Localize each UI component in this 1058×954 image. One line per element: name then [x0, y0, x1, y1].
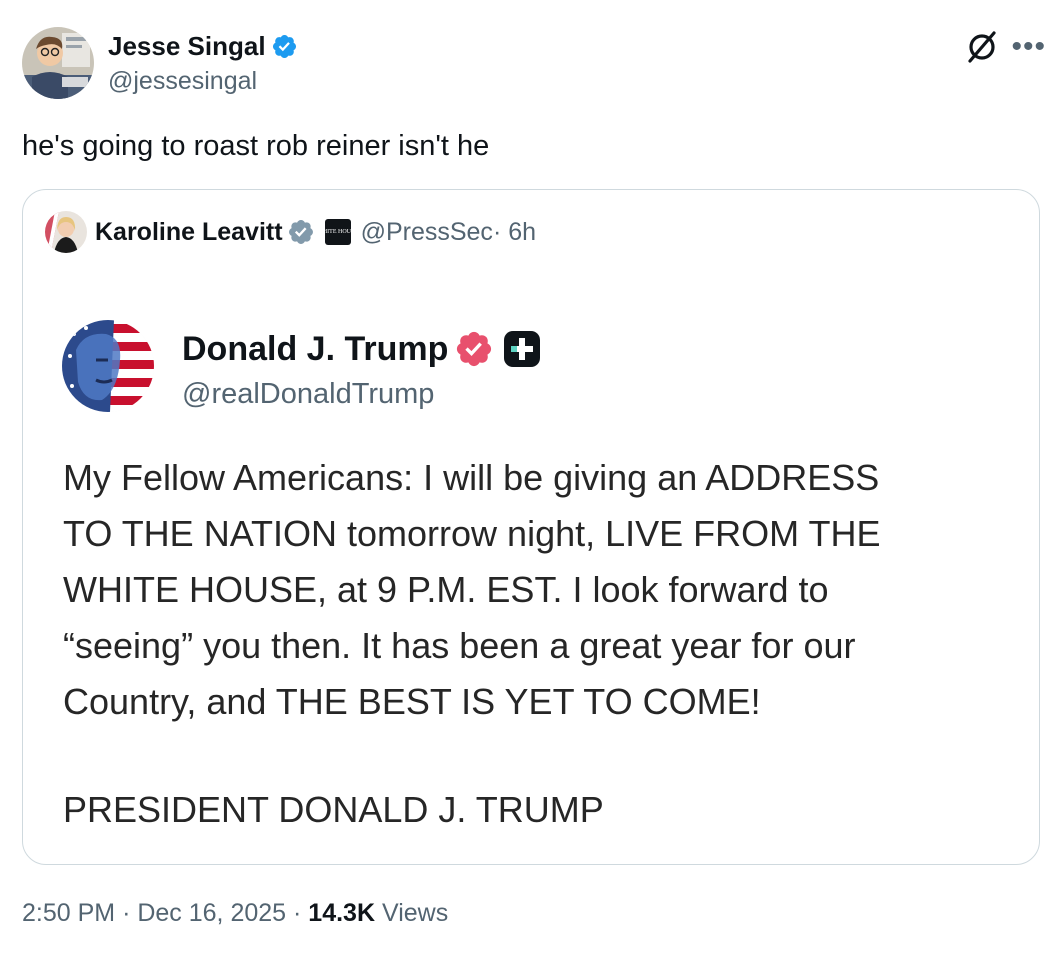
embedded-author-handle: @realDonaldTrump — [182, 378, 435, 410]
quoted-author-name[interactable]: Karoline Leavitt — [95, 218, 283, 247]
tweet-time[interactable]: 2:50 PM — [22, 899, 115, 927]
body-line: Country, and THE BEST IS YET TO COME! — [63, 681, 761, 722]
top-actions: ••• — [963, 28, 1046, 66]
meta-separator: · — [122, 899, 131, 927]
quoted-author-avatar[interactable] — [45, 211, 87, 253]
views-count: 14.3K — [308, 899, 376, 927]
verified-badge-icon — [272, 34, 296, 58]
body-line: My Fellow Americans: I will be giving an… — [63, 457, 880, 498]
author-avatar[interactable] — [22, 27, 94, 99]
author-name-row[interactable]: Jesse Singal — [108, 30, 298, 62]
views-label: Views — [381, 899, 449, 927]
body-line: WHITE HOUSE, at 9 P.M. EST. I look forwa… — [63, 569, 829, 610]
white-house-affiliate-icon[interactable]: WHITE HOUSE — [317, 219, 358, 245]
quoted-post-header: Karoline Leavitt WHITE HOUSE @PressSec ·… — [45, 211, 536, 253]
quoted-post-age[interactable]: · 6h — [493, 218, 536, 247]
government-badge-icon — [288, 220, 313, 244]
body-line: TO THE NATION tomorrow night, LIVE FROM … — [63, 513, 881, 554]
meta-separator: · — [293, 899, 302, 927]
tweet-text: he's going to roast rob reiner isn't he — [22, 130, 490, 162]
tweet-meta: 2:50 PM · Dec 16, 2025 · 14.3K Views — [22, 897, 448, 929]
truth-plus-icon — [504, 331, 541, 367]
author-handle[interactable]: @jessesingal — [108, 65, 257, 97]
embedded-post-body: My Fellow Americans: I will be giving an… — [63, 450, 1023, 730]
embedded-author-avatar — [62, 320, 154, 412]
quoted-post-card[interactable]: Karoline Leavitt WHITE HOUSE @PressSec ·… — [22, 189, 1040, 865]
grok-icon[interactable] — [963, 28, 1001, 66]
tweet-date[interactable]: Dec 16, 2025 — [137, 899, 286, 927]
embedded-post-image: Donald J. Trump @realDonaldTrump My Fell… — [24, 272, 1039, 862]
body-line: “seeing” you then. It has been a great y… — [63, 625, 856, 666]
author-name[interactable]: Jesse Singal — [108, 30, 266, 62]
quoted-author-handle: @PressSec — [360, 217, 493, 246]
embedded-author-name-row: Donald J. Trump — [182, 329, 542, 369]
verified-badge-icon — [457, 331, 492, 367]
embedded-author-name: Donald J. Trump — [182, 330, 449, 368]
embedded-post-signature: PRESIDENT DONALD J. TRUMP — [63, 789, 604, 830]
more-horizontal-icon[interactable]: ••• — [1011, 32, 1046, 62]
